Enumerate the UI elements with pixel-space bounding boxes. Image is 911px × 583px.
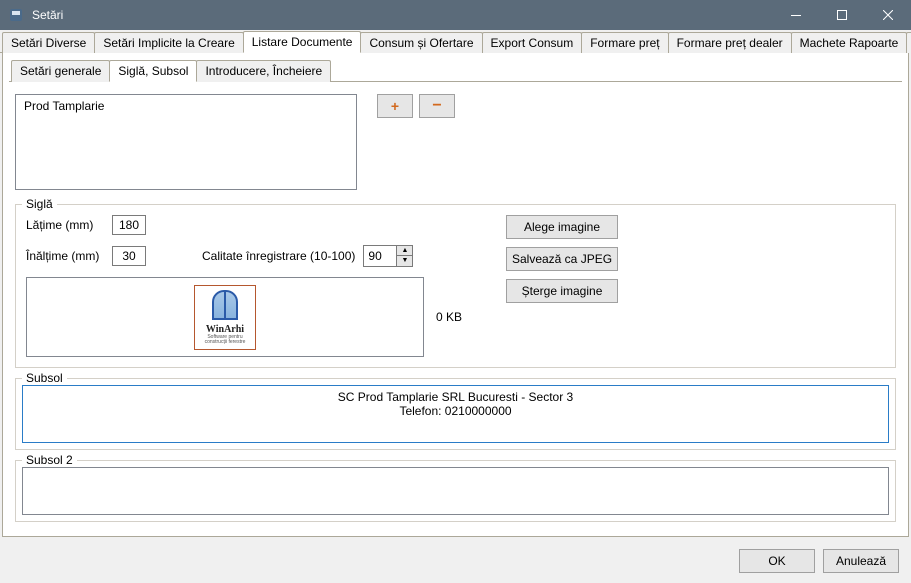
main-tabstrip: Setări Diverse Setări Implicite la Crear… [0,30,911,53]
tab-formare-pret[interactable]: Formare preț [581,32,668,53]
subtab-sigla-subsol[interactable]: Siglă, Subsol [109,60,197,82]
tab-setari-implicite[interactable]: Setări Implicite la Creare [94,32,243,53]
width-label: Lățime (mm) [26,218,104,232]
subtab-setari-generale[interactable]: Setări generale [11,60,110,82]
tab-export-consum[interactable]: Export Consum [482,32,583,53]
maximize-button[interactable] [819,0,865,30]
profile-listbox[interactable] [15,94,357,190]
logo-preview: WinArhi Software pentru construcții fere… [26,277,424,357]
height-label: Înălțime (mm) [26,249,104,263]
titlebar: Setări [0,0,911,30]
quality-up[interactable]: ▲ [396,246,412,256]
close-button[interactable] [865,0,911,30]
logo-title: WinArhi [205,324,246,335]
dialog-footer: OK Anulează [0,539,911,583]
subsol-legend: Subsol [22,371,67,385]
file-size-label: 0 KB [436,310,462,324]
choose-image-button[interactable]: Alege imagine [506,215,618,239]
subtab-introducere-incheiere[interactable]: Introducere, Încheiere [196,60,331,82]
subsol2-fieldset: Subsol 2 [15,460,896,522]
tab-consum-ofertare[interactable]: Consum și Ofertare [360,32,482,53]
sigla-legend: Siglă [22,197,57,211]
logo-image: WinArhi Software pentru construcții fere… [194,285,257,350]
tab-setari-diverse[interactable]: Setări Diverse [2,32,95,53]
tab-machete-rapoarte[interactable]: Machete Rapoarte [791,32,908,53]
delete-image-button[interactable]: Șterge imagine [506,279,618,303]
add-button[interactable]: + [377,94,413,118]
window-icon [212,290,238,320]
width-input[interactable] [112,215,146,235]
tab-conectare-date[interactable]: Conectarea la dat [906,32,911,53]
minus-icon: − [432,97,441,115]
window-title: Setări [32,8,773,22]
plus-icon: + [391,98,399,114]
save-jpeg-button[interactable]: Salvează ca JPEG [506,247,618,271]
subsol-fieldset: Subsol SC Prod Tamplarie SRL Bucuresti -… [15,378,896,450]
quality-down[interactable]: ▼ [396,256,412,266]
quality-input[interactable] [364,249,396,263]
subsol-textarea[interactable]: SC Prod Tamplarie SRL Bucuresti - Sector… [22,385,889,443]
height-input[interactable] [112,246,146,266]
subsol-line2: Telefon: 0210000000 [27,404,884,418]
sub-tabstrip: Setări generale Siglă, Subsol Introducer… [9,59,902,82]
tab-listare-documente[interactable]: Listare Documente [243,31,362,53]
subsol2-textarea[interactable] [22,467,889,515]
quality-spinner[interactable]: ▲ ▼ [363,245,413,267]
remove-button[interactable]: − [419,94,455,118]
minimize-button[interactable] [773,0,819,30]
subsol2-legend: Subsol 2 [22,453,77,467]
app-icon [8,7,24,23]
ok-button[interactable]: OK [739,549,815,573]
profile-name-input[interactable] [20,97,332,115]
subsol-line1: SC Prod Tamplarie SRL Bucuresti - Sector… [27,390,884,404]
logo-sub2: construcții ferestre [205,340,246,345]
tab-formare-pret-dealer[interactable]: Formare preț dealer [668,32,792,53]
sigla-fieldset: Siglă Lățime (mm) Înălțime (mm) Calitate… [15,204,896,368]
cancel-button[interactable]: Anulează [823,549,899,573]
quality-label: Calitate înregistrare (10-100) [202,249,355,263]
